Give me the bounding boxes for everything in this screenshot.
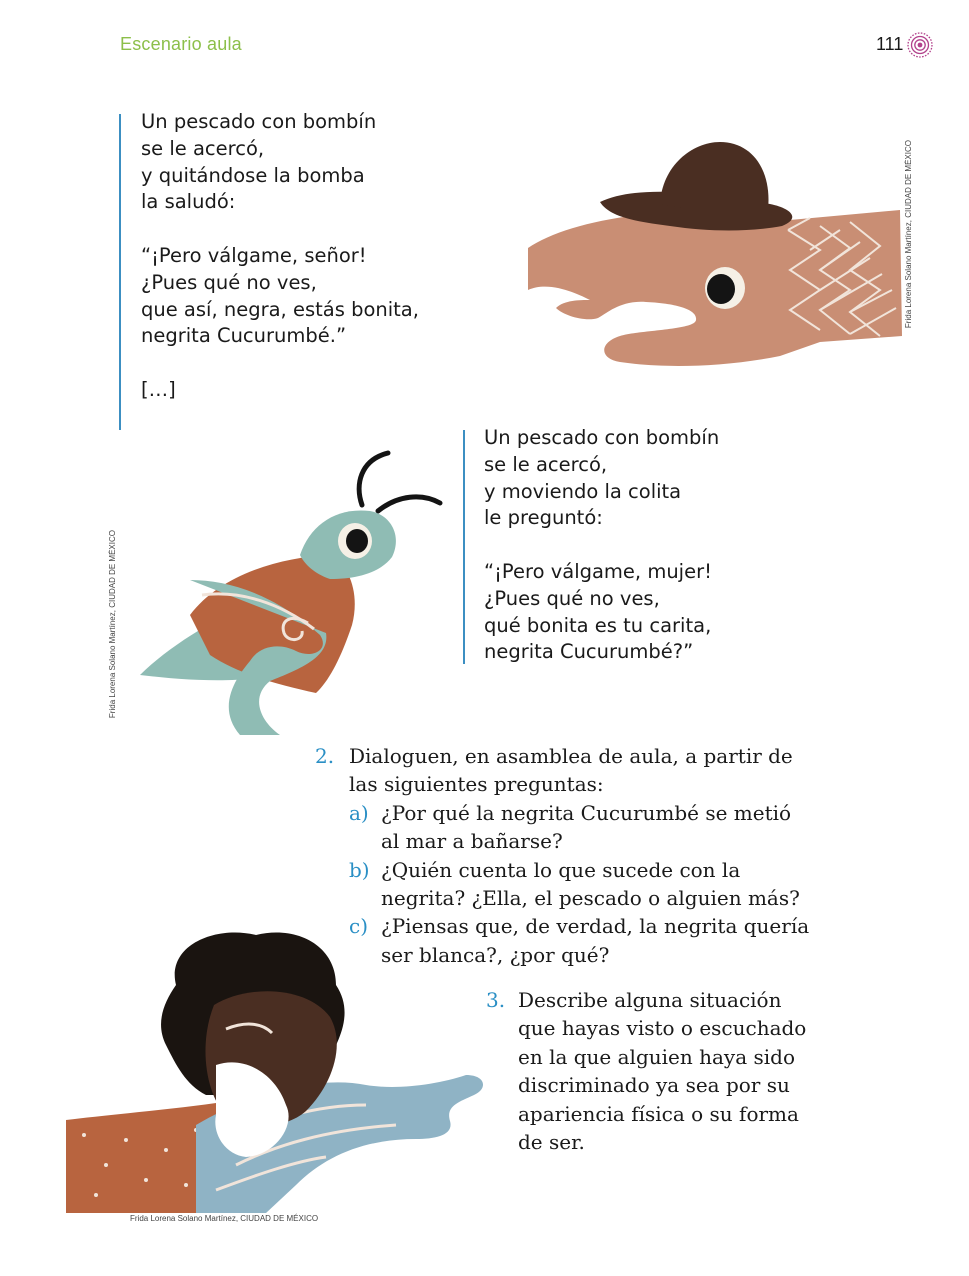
poem1-rule [119, 114, 121, 430]
poem-line: le preguntó: [484, 506, 603, 530]
activity-2-line: las siguientes preguntas: [349, 772, 604, 797]
item-b-letter: b) [349, 857, 370, 882]
activity-3-line: de ser. [518, 1130, 585, 1155]
poem-line: y quitándose la bomba [141, 163, 365, 187]
activity-3-line: apariencia física o su forma [518, 1101, 799, 1126]
poem-line: negrita Cucurumbé.” [141, 324, 347, 348]
girl-illustration [66, 932, 484, 1213]
activity-3-line: Describe alguna situación [518, 988, 782, 1012]
poem-line: la saludó: [141, 190, 236, 214]
item-b-line: ¿Quién cuenta lo que sucede con la [381, 857, 741, 882]
item-a-line: al mar a bañarse? [381, 829, 563, 854]
grasshopper-credit: Frida Lorena Solano Martínez, CIUDAD DE … [108, 530, 117, 719]
poem-line: negrita Cucurumbé?” [484, 640, 694, 664]
section-title: Escenario aula [120, 34, 242, 54]
poem2: Un pescado con bombín se le acercó, y mo… [484, 425, 719, 666]
poem-line: ¿Pues qué no ves, [141, 270, 317, 294]
activity-3: 3. Describe alguna situación que hayas v… [486, 986, 806, 1156]
activity-2-number: 2. [315, 744, 335, 768]
poem-line: “¡Pero válgame, señor! [141, 243, 367, 267]
poem2-rule [463, 430, 465, 664]
item-a-letter: a) [349, 800, 369, 825]
item-b-line: negrita? ¿Ella, el pescado o alguien más… [381, 886, 800, 911]
poem-line: ¿Pues qué no ves, [484, 586, 660, 610]
girl-credit: Frida Lorena Solano Martínez, CIUDAD DE … [130, 1214, 319, 1223]
poem-line: Un pescado con bombín [484, 426, 720, 449]
poem-line: “¡Pero válgame, mujer! [484, 559, 712, 583]
spiral-ornament-icon [907, 32, 933, 58]
activity-3-line: en la que alguien haya sido [518, 1044, 795, 1069]
poem-line: se le acercó, [141, 136, 265, 160]
fish-pupil [707, 274, 735, 304]
activity-3-number: 3. [486, 988, 506, 1012]
fish-with-bowler-hat-illustration [528, 142, 902, 366]
activity-2-line: Dialoguen, en asamblea de aula, a partir… [349, 744, 793, 768]
poem-line: qué bonita es tu carita, [484, 613, 712, 637]
poem-ellipsis: […] [141, 377, 176, 401]
activity-3-line: que hayas visto o escuchado [518, 1016, 807, 1041]
page-number: 111 [876, 34, 904, 54]
sleeve-terracotta [66, 1103, 216, 1213]
poem1: Un pescado con bombín se le acercó, y qu… [141, 109, 419, 404]
poem-line: que así, negra, estás bonita, [141, 297, 419, 321]
grasshopper-illustration [140, 450, 443, 735]
item-a-line: ¿Por qué la negrita Cucurumbé se metió [381, 800, 792, 825]
activity-3-line: discriminado ya sea por su [518, 1073, 790, 1098]
poem-line: y moviendo la colita [484, 479, 682, 503]
fish-credit: Frida Lorena Solano Martínez, CIUDAD DE … [904, 140, 913, 329]
poem-line: se le acercó, [484, 452, 608, 476]
poem-line: Un pescado con bombín [141, 110, 377, 133]
